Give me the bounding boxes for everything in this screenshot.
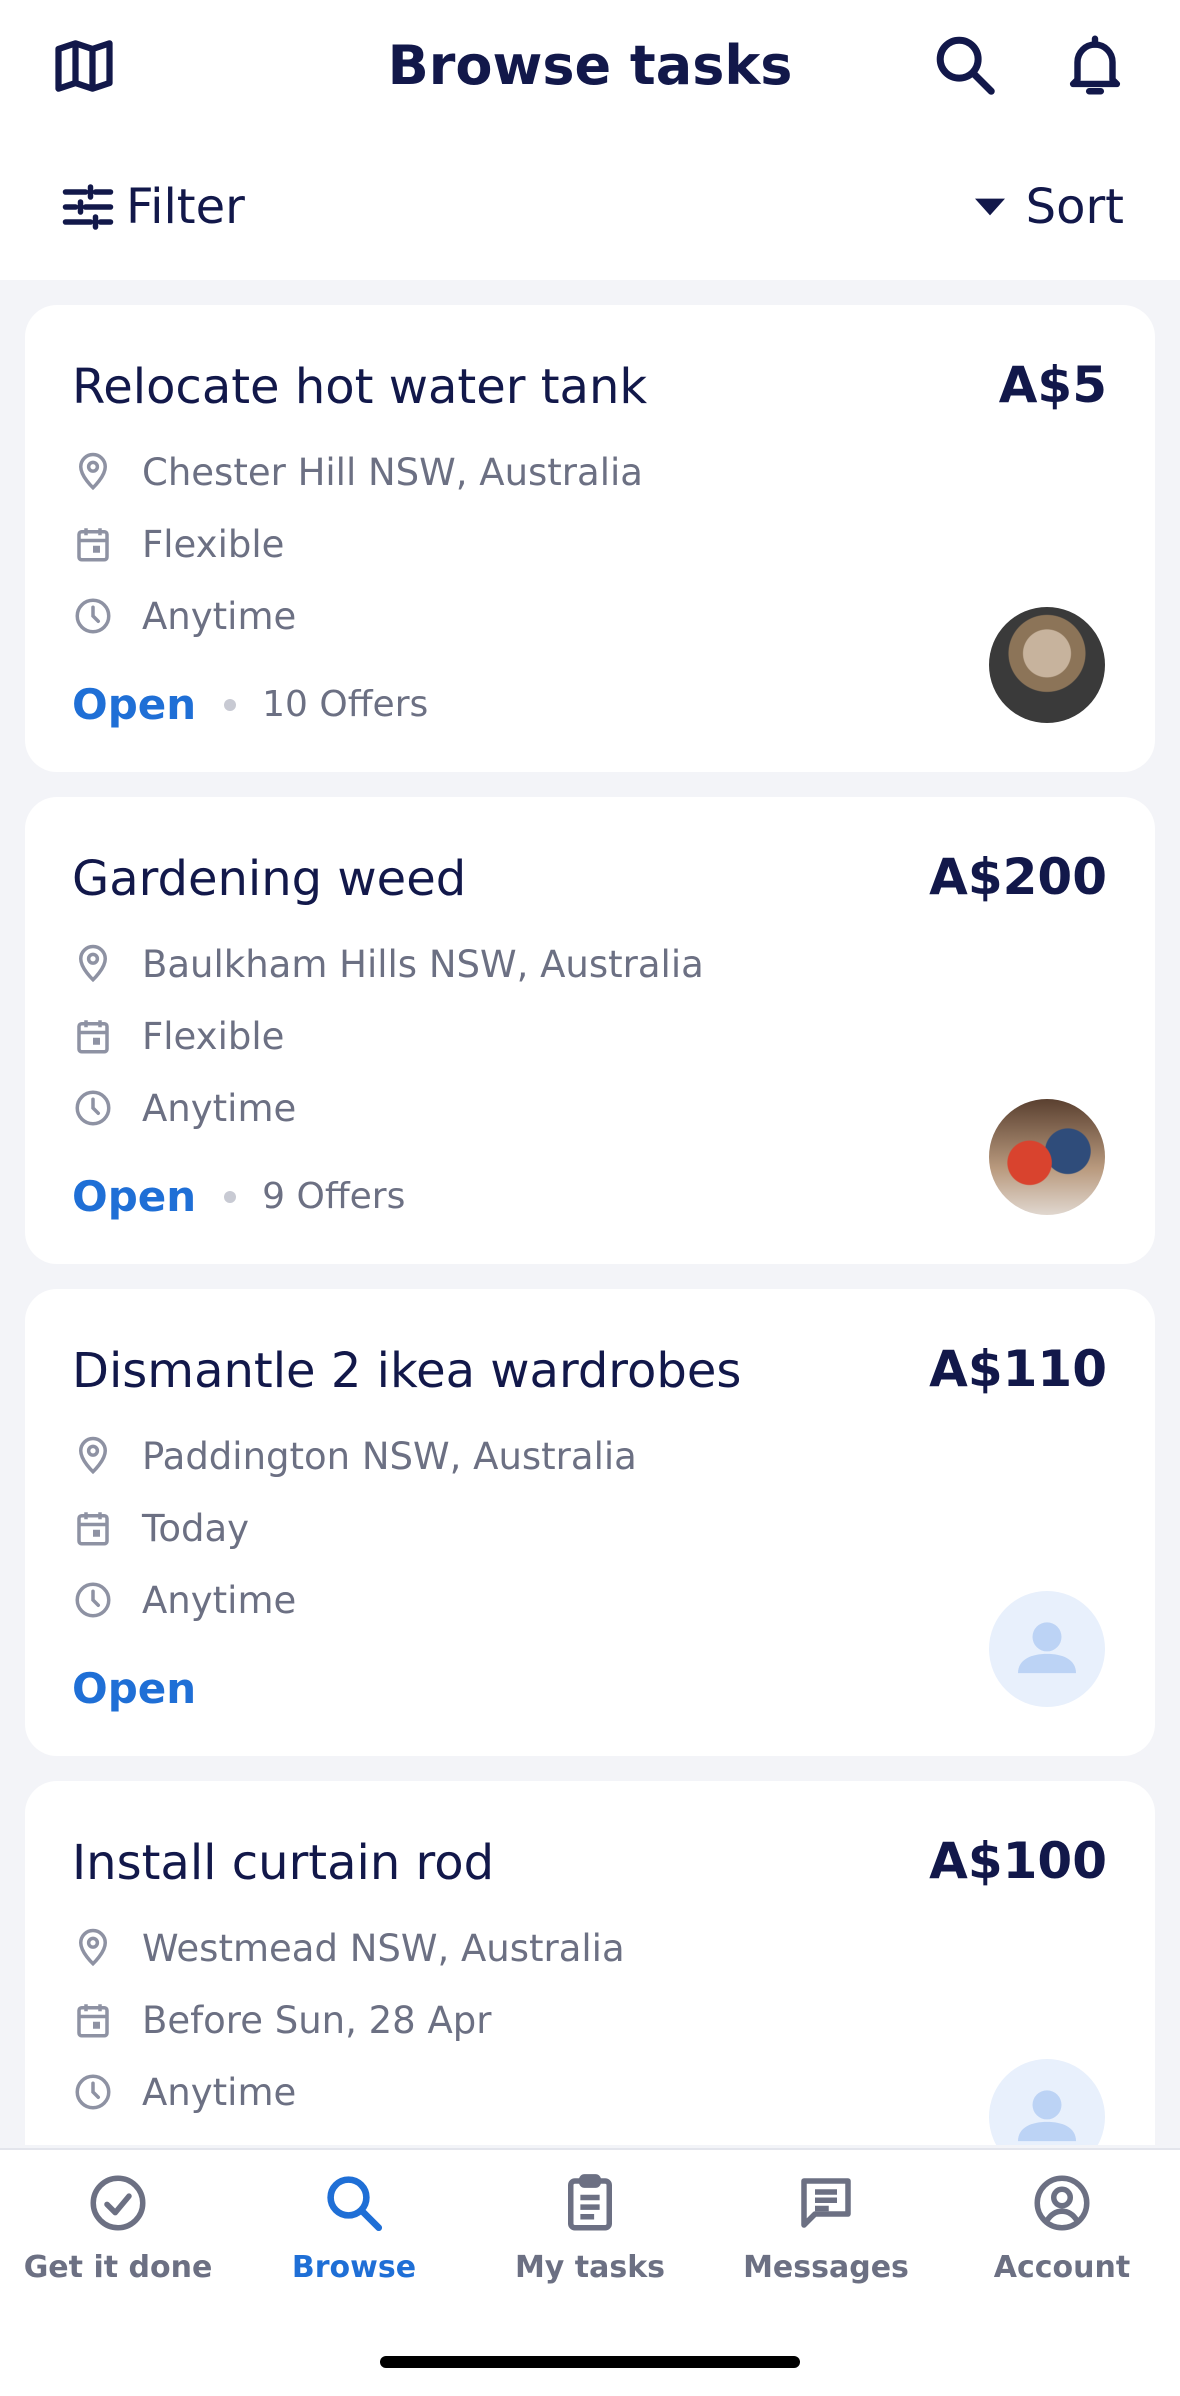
sort-label: Sort <box>1025 179 1124 235</box>
nav-label: Messages <box>743 2250 909 2285</box>
location-text: Baulkham Hills NSW, Australia <box>142 942 704 986</box>
person-icon <box>1018 2090 1076 2142</box>
time-text: Anytime <box>142 2070 297 2114</box>
task-time: Anytime <box>72 1084 296 1132</box>
task-location: Westmead NSW, Australia <box>72 1924 625 1972</box>
task-card[interactable]: Gardening weed A$200 Baulkham Hills NSW,… <box>25 797 1155 1264</box>
status-badge: Open <box>72 680 197 729</box>
task-date: Flexible <box>72 520 284 568</box>
nav-label: Account <box>993 2250 1131 2285</box>
task-title: Install curtain rod <box>72 1835 495 1891</box>
poster-avatar[interactable] <box>989 1099 1105 1215</box>
date-text: Today <box>142 1506 250 1550</box>
location-pin-icon <box>78 1928 108 1967</box>
calendar-icon <box>77 1512 109 1546</box>
date-text: Flexible <box>142 1014 285 1058</box>
location-pin-icon <box>78 944 108 983</box>
task-card[interactable]: Dismantle 2 ikea wardrobes A$110 Padding… <box>25 1289 1155 1756</box>
task-title: Dismantle 2 ikea wardrobes <box>72 1343 742 1399</box>
calendar-icon <box>77 1020 109 1054</box>
message-icon <box>801 2178 851 2228</box>
task-location: Baulkham Hills NSW, Australia <box>72 940 704 988</box>
clock-icon <box>75 2074 111 2110</box>
nav-messages[interactable]: Messages <box>708 2170 944 2320</box>
nav-label: Get it done <box>23 2250 213 2285</box>
top-header: Browse tasks Filter Sort <box>0 0 1180 280</box>
task-time: Anytime <box>72 1576 296 1624</box>
time-text: Anytime <box>142 1578 297 1622</box>
task-title: Relocate hot water tank <box>72 359 648 415</box>
person-icon <box>1018 1622 1076 1674</box>
task-price: A$5 <box>998 356 1107 414</box>
search-icon <box>327 2176 383 2232</box>
location-text: Chester Hill NSW, Australia <box>142 450 643 494</box>
poster-avatar-placeholder[interactable] <box>989 1591 1105 1707</box>
task-status-line: Open <box>72 1664 196 1713</box>
task-date: Flexible <box>72 1012 284 1060</box>
location-text: Paddington NSW, Australia <box>142 1434 637 1478</box>
home-indicator <box>380 2356 800 2368</box>
filter-label: Filter <box>126 179 245 235</box>
task-location: Paddington NSW, Australia <box>72 1432 637 1480</box>
task-title: Gardening weed <box>72 851 467 907</box>
nav-get-it-done[interactable]: Get it done <box>0 2170 236 2320</box>
task-status-line: Open 9 Offers <box>72 1172 405 1221</box>
filter-sliders-icon <box>62 184 114 230</box>
search-icon <box>936 36 995 95</box>
status-badge: Open <box>72 1172 197 1221</box>
task-price: A$100 <box>929 1832 1107 1890</box>
clock-icon <box>75 1090 111 1126</box>
task-list[interactable]: Relocate hot water tank A$5 Chester Hill… <box>25 305 1155 2145</box>
nav-account[interactable]: Account <box>944 2170 1180 2320</box>
caret-down-icon <box>974 198 1005 216</box>
clock-icon <box>75 598 111 634</box>
location-pin-icon <box>78 452 108 491</box>
time-text: Anytime <box>142 594 297 638</box>
separator-dot <box>224 698 237 711</box>
time-text: Anytime <box>142 1086 297 1130</box>
task-date: Before Sun, 28 Apr <box>72 1996 492 2044</box>
nav-browse[interactable]: Browse <box>236 2170 472 2320</box>
nav-my-tasks[interactable]: My tasks <box>472 2170 708 2320</box>
task-card[interactable]: Relocate hot water tank A$5 Chester Hill… <box>25 305 1155 772</box>
date-text: Flexible <box>142 522 285 566</box>
sort-button[interactable]: Sort <box>970 172 1124 242</box>
calendar-icon <box>77 528 109 562</box>
offers-count: 9 Offers <box>262 1176 406 1217</box>
date-text: Before Sun, 28 Apr <box>142 1998 492 2042</box>
task-price: A$200 <box>929 848 1107 906</box>
separator-dot <box>224 1190 237 1203</box>
offers-count: 10 Offers <box>262 684 429 725</box>
poster-avatar-placeholder[interactable] <box>989 2059 1105 2145</box>
task-time: Anytime <box>72 2068 296 2116</box>
location-pin-icon <box>78 1436 108 1475</box>
task-card[interactable]: Install curtain rod A$100 Westmead NSW, … <box>25 1781 1155 2145</box>
task-location: Chester Hill NSW, Australia <box>72 448 643 496</box>
bell-icon <box>1069 35 1121 95</box>
task-price: A$110 <box>929 1340 1107 1398</box>
nav-label: Browse <box>291 2250 417 2285</box>
filter-button[interactable]: Filter <box>58 172 245 242</box>
calendar-icon <box>77 2004 109 2038</box>
task-time: Anytime <box>72 592 296 640</box>
nav-label: My tasks <box>514 2250 666 2285</box>
search-button[interactable] <box>930 30 1000 100</box>
poster-avatar[interactable] <box>989 607 1105 723</box>
clipboard-icon <box>568 2174 612 2231</box>
task-date: Today <box>72 1504 249 1552</box>
location-text: Westmead NSW, Australia <box>142 1926 625 1970</box>
clock-icon <box>75 1582 111 1618</box>
status-badge: Open <box>72 1664 197 1713</box>
check-circle-icon <box>90 2175 146 2231</box>
task-status-line: Open 10 Offers <box>72 680 428 729</box>
page-title: Browse tasks <box>387 34 793 97</box>
account-icon <box>1034 2175 1090 2231</box>
notifications-button[interactable] <box>1060 30 1130 100</box>
